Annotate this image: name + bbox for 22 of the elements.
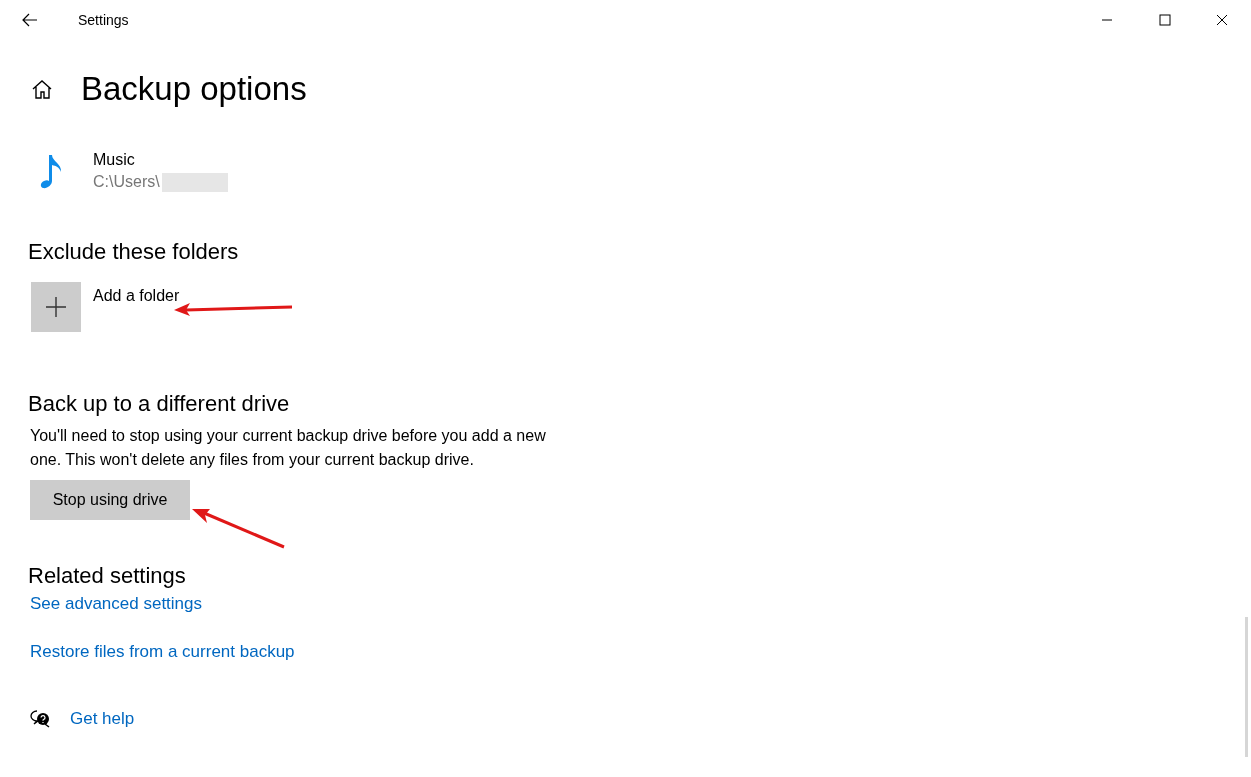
- plus-icon: [46, 297, 66, 317]
- description-text: You'll need to stop using your current backup drive before you add a new one. This won't delete any files from your current backup drive.: [30, 426, 547, 470]
- maximize-icon[interactable]: [1159, 14, 1171, 26]
- section-heading: Back up to a different drive: [28, 390, 290, 418]
- close-icon[interactable]: [1216, 14, 1228, 26]
- stop-using-drive-button[interactable]: Stop using drive: [30, 480, 190, 520]
- folder-name: Music: [93, 150, 136, 170]
- settings-link[interactable]: Restore files from a current backup: [30, 640, 295, 664]
- section-heading: Exclude these folders: [28, 238, 239, 266]
- window-title: Settings: [78, 10, 129, 30]
- add-folder-button[interactable]: [31, 282, 81, 332]
- folder-path: C:\Users\: [93, 172, 160, 192]
- home-icon[interactable]: [31, 78, 53, 100]
- back-icon[interactable]: [22, 13, 38, 27]
- scrollbar[interactable]: [1245, 617, 1248, 757]
- redaction-block: [161, 172, 228, 192]
- settings-link[interactable]: See advanced settings: [30, 592, 202, 616]
- page-heading: Backup options: [81, 69, 307, 109]
- help-chat-icon: [30, 708, 51, 729]
- get-help-link[interactable]: Get help: [70, 706, 135, 732]
- section-heading: Related settings: [28, 562, 186, 590]
- add-folder-label[interactable]: Add a folder: [93, 282, 180, 310]
